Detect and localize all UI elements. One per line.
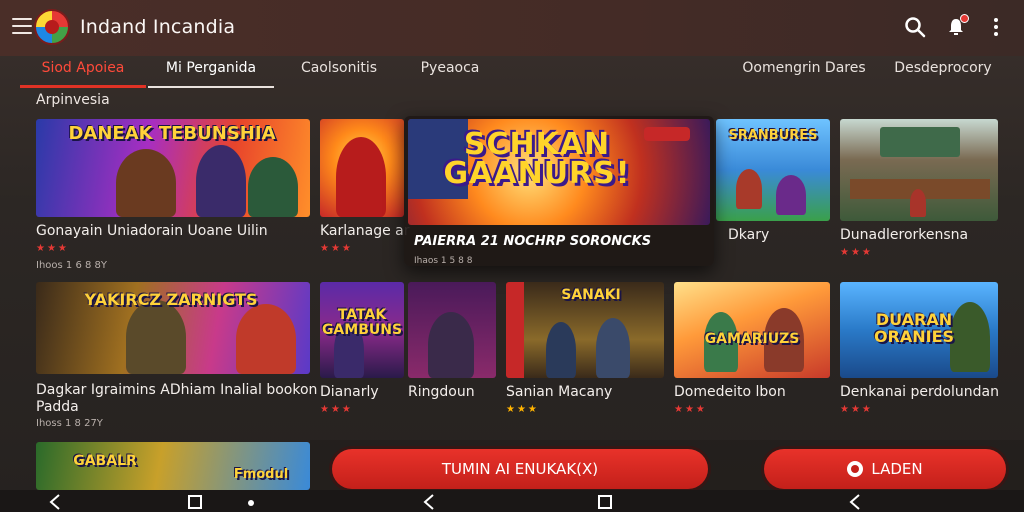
home-square-icon[interactable] xyxy=(594,494,616,510)
featured-game-art: SCHKAN GAANURS! xyxy=(408,119,710,225)
game-thumbnail: DUARAN ORANIES xyxy=(840,282,998,378)
featured-game-popup[interactable]: SCHKAN GAANURS! PAIERRA 21 NOCHRP SORONC… xyxy=(404,116,714,266)
thumbnail-art-text: DUARAN ORANIES xyxy=(873,310,955,346)
game-card[interactable]: TATAK GAMBUNS Dianarly ★★★ xyxy=(320,282,404,422)
game-card[interactable]: SANAKI Sanian Macany ★★★ xyxy=(506,282,664,432)
game-title: Dkary xyxy=(728,227,770,243)
tab-0[interactable]: Siod Apoiea xyxy=(20,60,146,88)
app-logo xyxy=(34,9,70,45)
thumbnail-art-text: TATAK GAMBUNS xyxy=(321,307,403,338)
featured-art-title: SCHKAN GAANURS! xyxy=(443,127,631,191)
game-thumbnail: DANEAK TEBUNSHIA xyxy=(36,119,310,217)
game-title: Domedeito lbon xyxy=(674,384,786,400)
game-card[interactable]: Dunadlerorkensna ★★★ xyxy=(840,119,998,259)
rating-stars: ★★★ xyxy=(320,243,353,254)
search-icon[interactable] xyxy=(902,14,928,40)
tab-1[interactable]: Mi Perganida xyxy=(148,60,274,88)
game-card[interactable]: DUARAN ORANIES Denkanai perdolundan ★★★ xyxy=(840,282,999,422)
hamburger-menu-icon[interactable] xyxy=(12,18,32,36)
game-card[interactable]: DANEAK TEBUNSHIA Gonayain Uniadorain Uoa… xyxy=(36,119,310,274)
featured-rating-stars: Ihaos 1 5 8 8 xyxy=(414,256,472,266)
rating-stars: ★★★ xyxy=(506,404,539,415)
featured-meta: Ihaos 1 5 8 8 xyxy=(414,256,473,266)
system-nav-bar xyxy=(0,490,1024,512)
game-title: Denkanai perdolundan xyxy=(840,384,999,400)
game-thumbnail xyxy=(408,282,496,378)
home-square-icon[interactable] xyxy=(184,494,206,510)
game-card[interactable]: GABALR Fmodul xyxy=(36,442,310,490)
game-title: Dagkar Igraimins ADhiam Inalial bookon xyxy=(36,382,318,398)
app-title: Indand Incandia xyxy=(80,16,236,38)
rating-stars: ★★★ xyxy=(840,247,873,258)
back-icon[interactable] xyxy=(418,494,440,510)
game-card[interactable]: Ringdoun xyxy=(408,282,496,422)
featured-caption: PAIERRA 21 NOCHRP SORONCKS xyxy=(414,234,652,249)
game-title: Ringdoun xyxy=(408,384,475,400)
thumbnail-art-text: GABALR xyxy=(73,453,137,469)
game-title: Sanian Macany xyxy=(506,384,613,400)
primary-action-button[interactable]: TUMIN AI ENUKAK(X) xyxy=(332,449,708,489)
top-app-bar: Indand Incandia xyxy=(0,0,1024,56)
rating-stars: ★★★ xyxy=(674,404,707,415)
game-meta: Ihoss 1 8 27Y xyxy=(36,418,103,429)
back-icon[interactable] xyxy=(44,494,66,510)
game-card[interactable]: Karlanage ar ★★★ xyxy=(320,119,409,259)
game-thumbnail: TATAK GAMBUNS xyxy=(320,282,404,378)
rating-stars: ★★★ xyxy=(36,243,69,254)
game-thumbnail: GABALR Fmodul xyxy=(36,442,310,490)
rating-stars: ★★★ xyxy=(840,404,873,415)
game-thumbnail xyxy=(840,119,998,221)
game-card[interactable]: GAMARIUZS Domedeito lbon ★★★ xyxy=(674,282,830,422)
section-heading: Arpinvesia xyxy=(36,92,110,108)
tab-2[interactable]: Caolsonitis xyxy=(280,60,398,88)
game-title: Gonayain Uniadorain Uoane Uilin xyxy=(36,223,268,239)
game-title: Karlanage ar xyxy=(320,223,410,239)
thumbnail-art-text: YAKIRCZ ZARNIGTS xyxy=(84,290,258,309)
circle-icon xyxy=(847,461,864,477)
game-title-line2: Padda xyxy=(36,399,79,415)
game-thumbnail: SANAKI xyxy=(506,282,664,378)
game-title: Dianarly xyxy=(320,384,379,400)
game-thumbnail: SRANBURES xyxy=(716,119,830,221)
app-root: Indand Incandia Siod Apoiea Mi Perganida… xyxy=(0,0,1024,512)
thumbnail-art-text-2: Fmodul xyxy=(233,467,289,482)
more-vertical-icon[interactable] xyxy=(983,14,1009,40)
notification-badge xyxy=(960,14,969,23)
thumbnail-art-text: DANEAK TEBUNSHIA xyxy=(68,123,276,144)
secondary-action-button[interactable]: LADEN xyxy=(764,449,1006,489)
game-thumbnail xyxy=(320,119,404,217)
tab-5[interactable]: Desdeprocory xyxy=(886,60,1000,88)
rating-stars: ★★★ xyxy=(320,404,353,415)
game-title: Dunadlerorkensna xyxy=(840,227,969,243)
tab-4[interactable]: Oomengrin Dares xyxy=(730,60,878,88)
tab-3[interactable]: Pyeaoca xyxy=(400,60,500,88)
thumbnail-art-text: SRANBURES xyxy=(728,128,818,143)
game-card[interactable]: YAKIRCZ ZARNIGTS Dagkar Igraimins ADhiam… xyxy=(36,282,317,432)
primary-action-label: TUMIN AI ENUKAK(X) xyxy=(441,460,599,478)
game-card[interactable]: SRANBURES Dkary xyxy=(716,119,830,259)
game-thumbnail: YAKIRCZ ZARNIGTS xyxy=(36,282,310,374)
game-thumbnail: GAMARIUZS xyxy=(674,282,830,378)
category-tabs: Siod Apoiea Mi Perganida Caolsonitis Pye… xyxy=(0,56,1024,88)
game-meta: Ihoos 1 6 8 8Y xyxy=(36,260,108,271)
bell-icon[interactable] xyxy=(943,14,969,40)
thumbnail-art-text: GAMARIUZS xyxy=(704,331,800,347)
nav-dot-icon xyxy=(240,494,262,510)
thumbnail-art-text: SANAKI xyxy=(561,287,621,303)
back-icon[interactable] xyxy=(844,494,866,510)
secondary-action-label: LADEN xyxy=(871,460,923,478)
